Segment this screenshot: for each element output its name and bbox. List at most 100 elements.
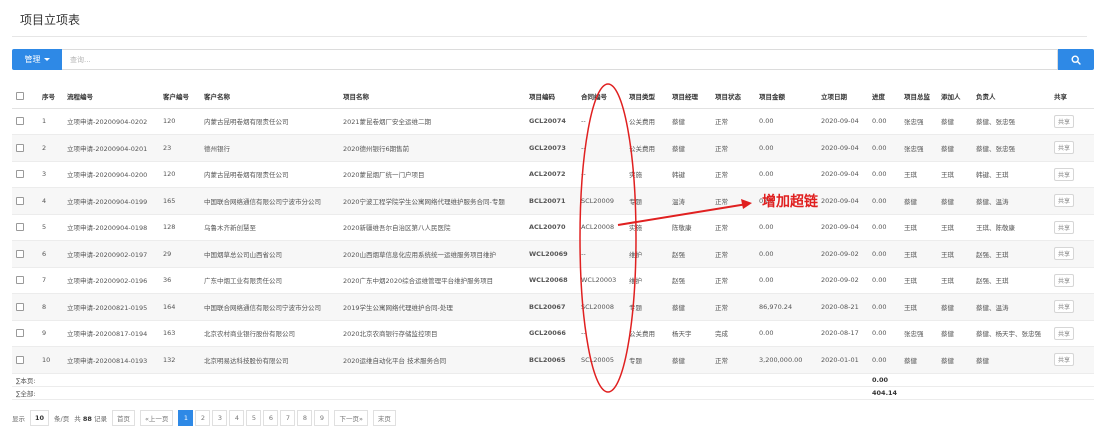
share-button[interactable]: 共享 [1054,167,1075,181]
cell-cust-name[interactable]: 北京农村商业银行股份有限公司 [200,320,339,347]
cell-flow[interactable]: 立项申请-20200904-0199 [63,187,159,215]
pager-page-button[interactable]: 2 [195,409,211,426]
column-header[interactable]: 添加人 [937,84,972,109]
header-select-all[interactable] [12,84,38,109]
checkbox-icon[interactable] [16,302,24,311]
cell-code[interactable]: GCL20074 [525,108,577,135]
row-checkbox-cell[interactable] [12,134,38,162]
row-checkbox-cell[interactable] [12,240,38,268]
checkbox-icon[interactable] [16,276,24,285]
search-input[interactable] [62,49,1058,70]
summary-page-value: 0.00 [868,373,900,387]
row-checkbox-cell[interactable] [12,267,38,294]
column-header[interactable]: 客户编号 [159,84,200,109]
cell-cust-name[interactable]: 中国烟草总公司山西省公司 [200,240,339,268]
cell-code[interactable]: WCL20069 [525,240,577,268]
pager-page-button[interactable]: 8 [297,409,313,426]
column-header[interactable]: 负责人 [972,84,1050,109]
cell-flow[interactable]: 立项申请-20200902-0196 [63,267,159,294]
checkbox-icon[interactable] [16,170,24,179]
checkbox-icon[interactable] [16,249,24,258]
cell-code[interactable]: GCL20073 [525,134,577,162]
row-checkbox-cell[interactable] [12,346,38,374]
cell-cust-name[interactable]: 中国联合网络通信有限公司宁波市分公司 [200,293,339,321]
pager-page-button[interactable]: 3 [212,409,228,426]
column-header[interactable]: 流程编号 [63,84,159,109]
column-header[interactable]: 序号 [38,84,63,109]
cell-cust-name[interactable]: 广东中烟工业有限责任公司 [200,267,339,294]
column-header[interactable]: 项目名称 [339,84,525,109]
cell-code[interactable]: BCL20065 [525,346,577,374]
pager-first-button[interactable]: 首页 [111,409,135,426]
cell-flow[interactable]: 立项申请-20200821-0195 [63,293,159,321]
cell-flow[interactable]: 立项申请-20200814-0193 [63,346,159,374]
column-header[interactable]: 客户名称 [200,84,339,109]
row-checkbox-cell[interactable] [12,320,38,347]
pager-next-button[interactable]: 下一页» [334,409,368,426]
pager-page-button[interactable]: 1 [178,409,194,426]
share-button[interactable]: 共享 [1054,247,1075,261]
pager-page-button[interactable]: 9 [314,409,330,426]
row-checkbox-cell[interactable] [12,108,38,135]
share-button[interactable]: 共享 [1054,141,1075,155]
cell-flow[interactable]: 立项申请-20200904-0202 [63,108,159,135]
cell-code[interactable]: ACL20072 [525,161,577,188]
column-header[interactable]: 立项日期 [817,84,868,109]
cell-amount: 0.00 [755,161,817,188]
pager-page-button[interactable]: 6 [263,409,279,426]
column-header[interactable]: 项目金额 [755,84,817,109]
share-button[interactable]: 共享 [1054,114,1075,128]
row-checkbox-cell[interactable] [12,187,38,215]
cell-flow[interactable]: 立项申请-20200817-0194 [63,320,159,347]
cell-cust-name[interactable]: 内蒙古昆明卷烟有限责任公司 [200,108,339,135]
manage-dropdown-button[interactable]: 管理 [12,49,62,70]
title-divider [12,36,1087,37]
cell-flow[interactable]: 立项申请-20200902-0197 [63,240,159,268]
checkbox-icon[interactable] [16,355,24,364]
column-header[interactable]: 项目类型 [625,84,668,109]
checkbox-icon[interactable] [16,329,24,338]
checkbox-icon[interactable] [16,143,24,152]
row-checkbox-cell[interactable] [12,161,38,188]
cell-code[interactable]: ACL20070 [525,214,577,241]
checkbox-icon[interactable] [16,117,24,126]
column-header[interactable]: 项目状态 [711,84,755,109]
checkbox-icon[interactable] [16,196,24,205]
checkbox-icon[interactable] [16,91,24,100]
column-header[interactable]: 项目编码 [525,84,577,109]
cell-code[interactable]: BCL20071 [525,187,577,215]
share-button[interactable]: 共享 [1054,300,1075,314]
cell-flow[interactable]: 立项申请-20200904-0200 [63,161,159,188]
column-header[interactable]: 进度 [868,84,900,109]
search-button[interactable] [1058,49,1094,70]
cell-cust-name[interactable]: 乌鲁木齐新创慧至 [200,214,339,241]
cell-cust-name[interactable]: 德州银行 [200,134,339,162]
cell-cust-name[interactable]: 北京明易达科技股份有限公司 [200,346,339,374]
page-size-select[interactable]: 10 [30,409,50,426]
pager-page-button[interactable]: 5 [246,409,262,426]
cell-code[interactable]: BCL20067 [525,293,577,321]
cell-flow[interactable]: 立项申请-20200904-0198 [63,214,159,241]
pager-prev-button[interactable]: «上一页 [139,409,174,426]
column-header[interactable]: 项目总监 [900,84,937,109]
column-header[interactable]: 合同编号 [577,84,625,109]
share-button[interactable]: 共享 [1054,220,1075,234]
row-checkbox-cell[interactable] [12,214,38,241]
checkbox-icon[interactable] [16,223,24,232]
project-table: 序号 流程编号 客户编号 客户名称 项目名称 项目编码 合同编号 项目类型 项目… [12,84,1094,400]
share-button[interactable]: 共享 [1054,326,1075,340]
row-checkbox-cell[interactable] [12,293,38,321]
share-button[interactable]: 共享 [1054,353,1075,367]
pager-last-button[interactable]: 末页 [372,409,396,426]
cell-code[interactable]: WCL20068 [525,267,577,294]
cell-code[interactable]: GCL20066 [525,320,577,347]
share-button[interactable]: 共享 [1054,273,1075,287]
pager-page-button[interactable]: 7 [280,409,296,426]
cell-cust-name[interactable]: 内蒙古昆明卷烟有限责任公司 [200,161,339,188]
pager-page-button[interactable]: 4 [229,409,245,426]
cell-cust-name[interactable]: 中国联合网络通信有限公司宁波市分公司 [200,187,339,215]
cell-owner: 王琪、陈敬康 [972,214,1050,241]
column-header[interactable]: 项目经理 [668,84,711,109]
cell-flow[interactable]: 立项申请-20200904-0201 [63,134,159,162]
share-button[interactable]: 共享 [1054,194,1075,208]
